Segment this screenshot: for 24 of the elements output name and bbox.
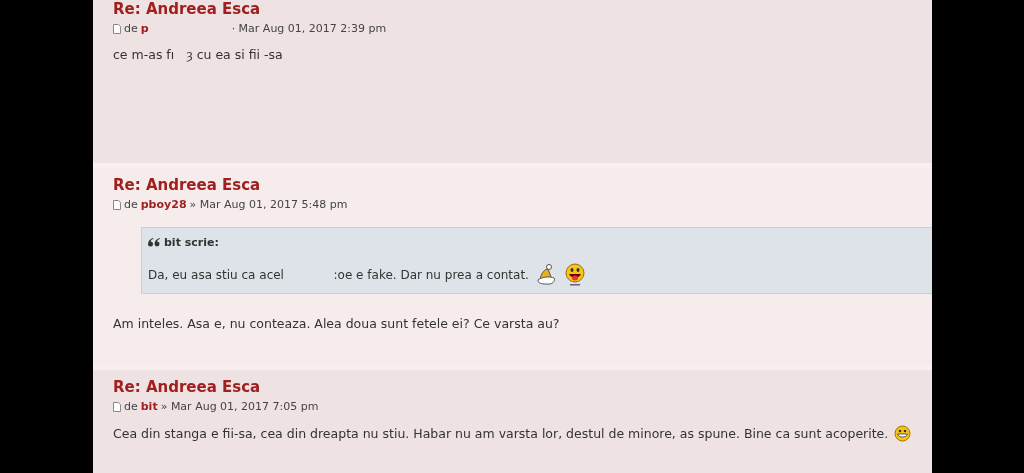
- post-date: · Mar Aug 01, 2017 2:39 pm: [231, 22, 387, 35]
- byline-label: de: [124, 198, 138, 211]
- grin-smiley-icon: [894, 425, 912, 442]
- quote-mark-icon: [148, 238, 160, 247]
- post-title[interactable]: Re: Andreea Esca: [113, 0, 261, 18]
- tongue-smiley-icon: [564, 263, 585, 287]
- post-date: » Mar Aug 01, 2017 5:48 pm: [189, 198, 348, 211]
- byline-label: de: [124, 22, 138, 35]
- document-icon: [113, 199, 121, 210]
- post-text: Cea din stanga e fii-sa, cea din dreapta nu stiu. Habar nu am varsta lor, destul de minore, as spune. Bine ca sunt acoperite.: [113, 426, 889, 441]
- post-title[interactable]: Re: Andreea Esca: [113, 378, 261, 396]
- byline-label: de: [124, 400, 138, 413]
- document-icon: [113, 23, 121, 34]
- quote-author: bit scrie:: [164, 236, 219, 249]
- author-link[interactable]: p: [140, 22, 149, 35]
- post-date: » Mar Aug 01, 2017 7:05 pm: [160, 400, 319, 413]
- post-text: ce m-as fı ȝ cu ea si fii -sa: [113, 47, 283, 62]
- hat-figure-icon: [536, 264, 557, 286]
- document-icon: [113, 401, 121, 412]
- quote-text: Da, eu asa stiu ca acel :oe e fake. Dar nu prea a contat.: [148, 268, 529, 282]
- post-title[interactable]: Re: Andreea Esca: [113, 176, 261, 194]
- author-link[interactable]: pboy28: [140, 198, 187, 211]
- post-text: Am inteles. Asa e, nu conteaza. Alea doua sunt fetele ei? Ce varsta au?: [113, 316, 560, 331]
- author-link[interactable]: bit: [140, 400, 158, 413]
